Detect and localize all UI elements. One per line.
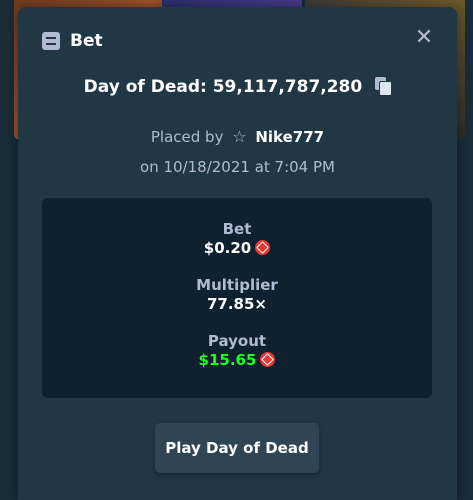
bet-modal: Bet ✕ Day of Dead: 59,117,787,280 Placed… (18, 7, 457, 500)
bet-id-row: Day of Dead: 59,117,787,280 (18, 77, 457, 97)
stat-bet-value-row: $0.20 (42, 238, 432, 258)
stat-payout-value-row: $15.65 (42, 350, 432, 370)
tron-icon (260, 352, 276, 367)
copy-icon[interactable] (375, 77, 393, 96)
play-game-button[interactable]: Play Day of Dead (155, 423, 319, 473)
bet-stats-panel: Bet $0.20 Multiplier 77.85× Payout $15.6… (42, 198, 432, 398)
stat-bet-value: $0.20 (203, 239, 252, 257)
bet-id: Day of Dead: 59,117,787,280 (83, 77, 363, 97)
bet-list-icon (42, 32, 60, 50)
stat-bet-label: Bet (222, 220, 252, 238)
bet-date: on 10/18/2021 at 7:04 PM (140, 158, 335, 176)
tron-icon (255, 240, 271, 255)
modal-title: Bet (70, 31, 103, 51)
stat-payout-value: $15.65 (198, 351, 257, 369)
modal-header: Bet (42, 29, 103, 53)
star-icon: ☆ (232, 127, 247, 146)
close-icon[interactable]: ✕ (413, 27, 435, 49)
stat-multiplier: Multiplier 77.85× (42, 276, 432, 314)
stat-multiplier-value: 77.85× (206, 295, 267, 313)
stat-payout: Payout $15.65 (42, 332, 432, 370)
username-link[interactable]: Nike777 (255, 128, 324, 146)
placed-by-row: Placed by ☆ Nike777 (18, 127, 457, 146)
placed-by-label: Placed by (150, 128, 224, 146)
stat-multiplier-label: Multiplier (196, 276, 278, 294)
stat-bet: Bet $0.20 (42, 220, 432, 258)
stat-payout-label: Payout (207, 332, 267, 350)
